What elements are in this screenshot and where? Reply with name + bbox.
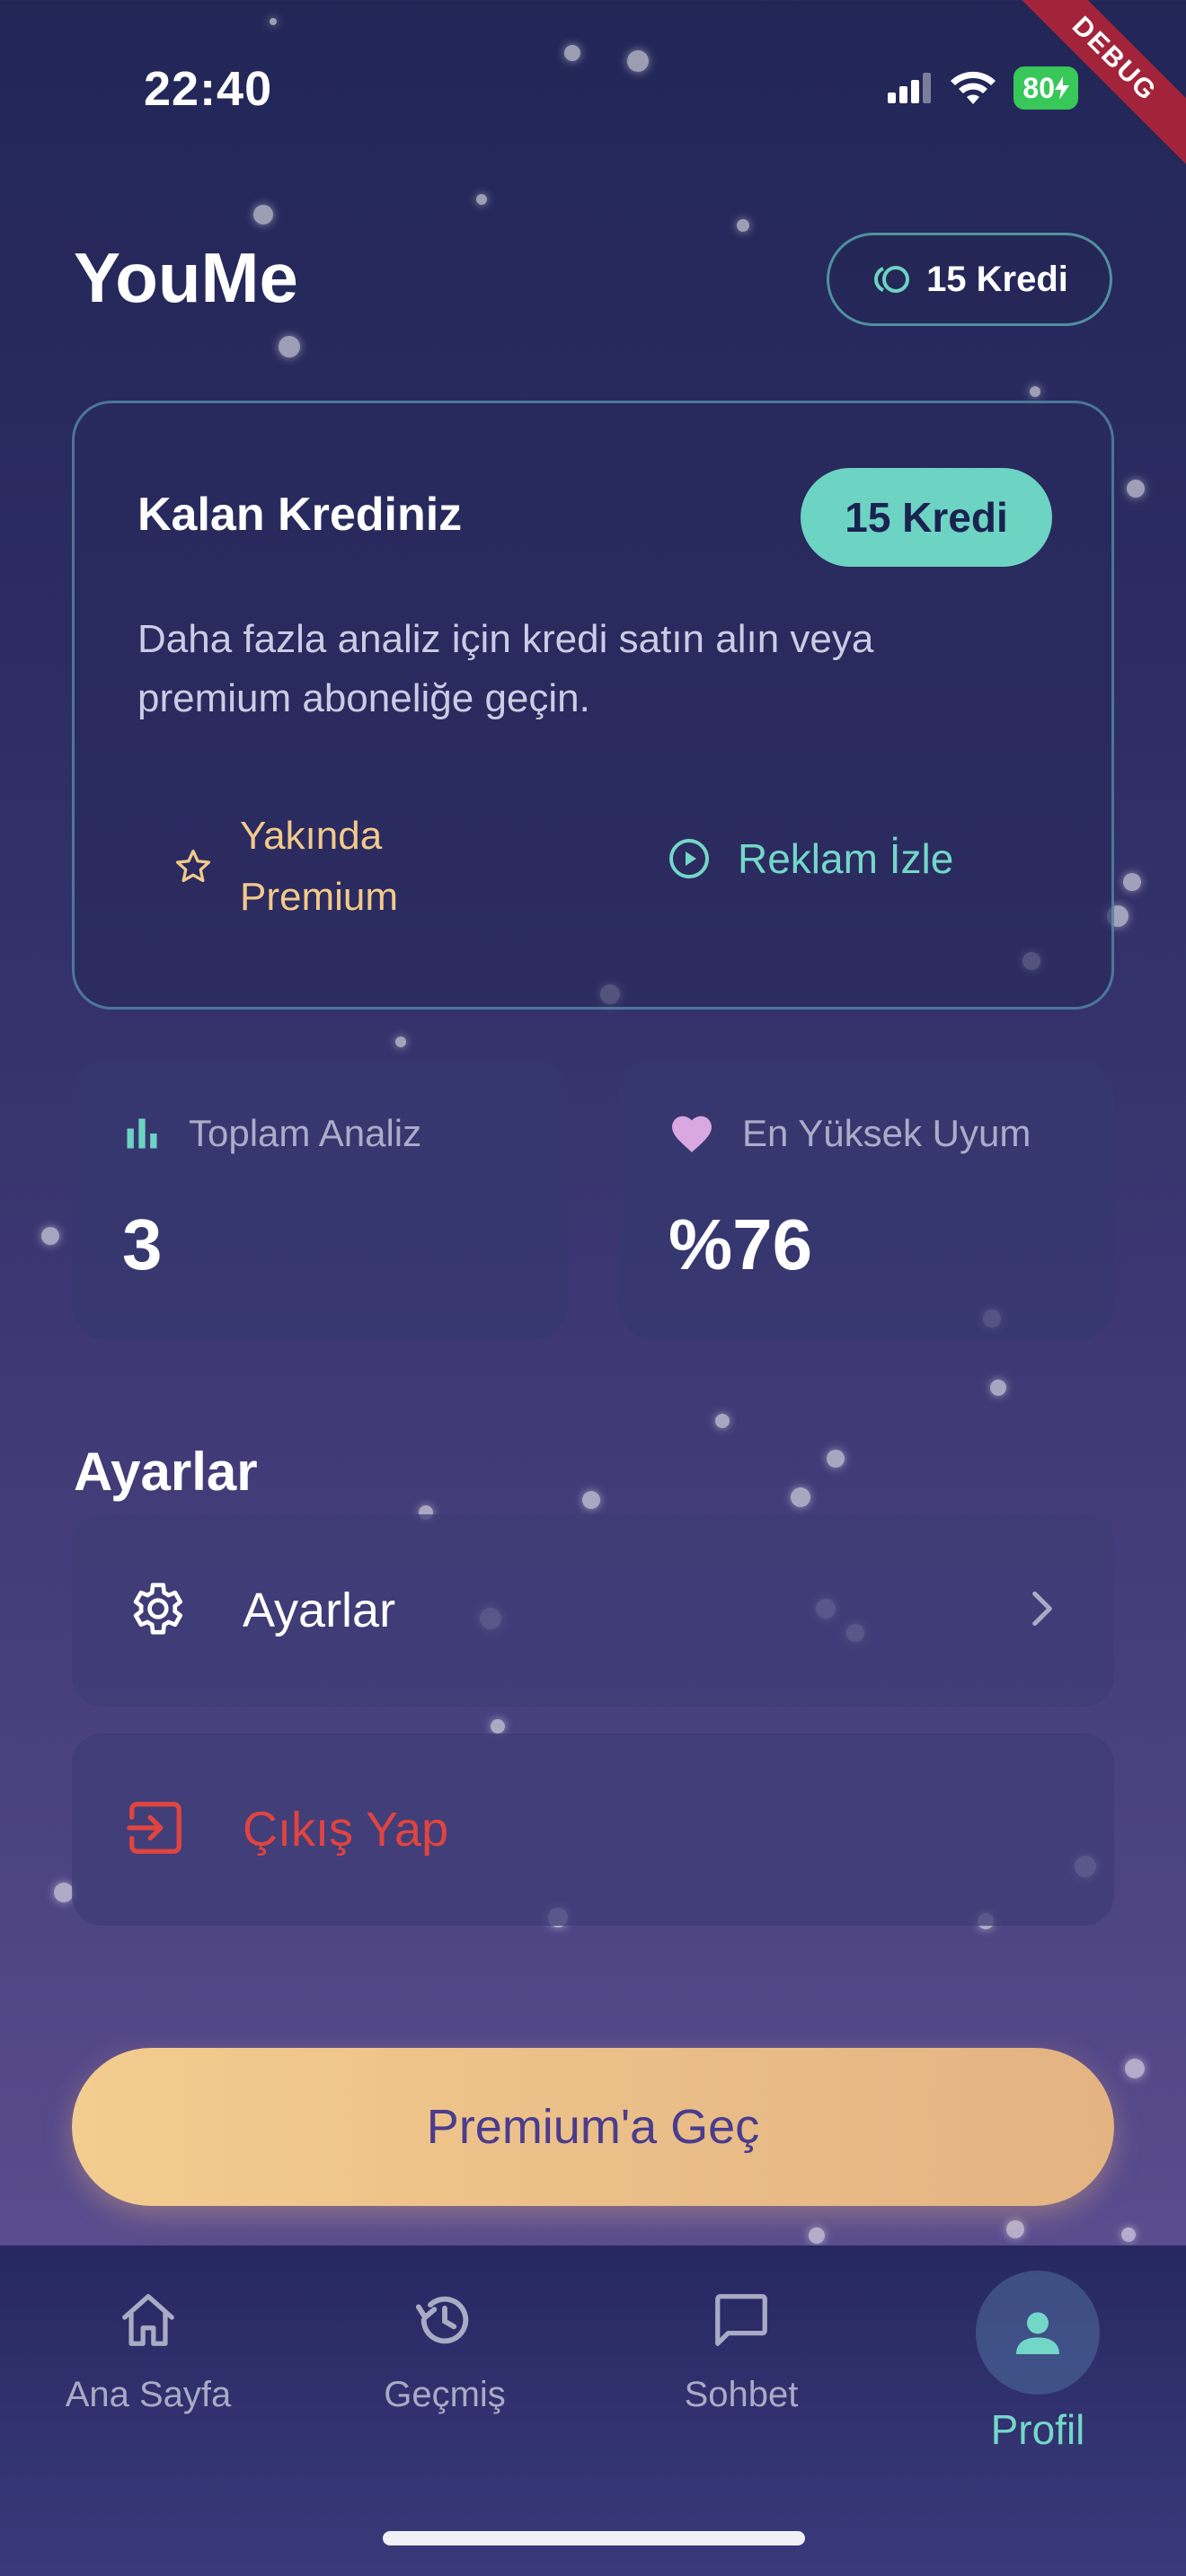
credit-pill-label: 15 Kredi (926, 259, 1068, 299)
credit-card: Kalan Krediniz 15 Kredi Daha fazla anali… (72, 401, 1114, 1010)
status-icons: 80 (888, 66, 1078, 110)
bottom-nav: Ana Sayfa Geçmiş Sohbet Profil (0, 2245, 1186, 2576)
signal-icon (888, 73, 932, 103)
go-premium-button[interactable]: Premium'a Geç (72, 2048, 1114, 2206)
credit-card-description: Daha fazla analiz için kredi satın alın … (137, 617, 874, 720)
total-analysis-card: Toplam Analiz 3 (72, 1060, 568, 1340)
watch-ad-button[interactable]: Reklam İzle (668, 834, 953, 883)
profile-icon-bubble (976, 2271, 1100, 2395)
logout-icon (127, 1802, 181, 1854)
wifi-icon (951, 71, 996, 104)
coming-soon-line1: Yakında (240, 814, 383, 858)
gear-icon (133, 1583, 183, 1635)
nav-history-label: Geçmiş (384, 2375, 506, 2414)
nav-item-profile[interactable]: Profil (903, 2271, 1173, 2454)
chat-icon (715, 2294, 767, 2346)
coins-icon (874, 266, 910, 293)
nav-item-history[interactable]: Geçmiş (310, 2289, 580, 2415)
highest-match-value: %76 (668, 1204, 813, 1284)
status-time: 22:40 (144, 62, 273, 116)
settings-row[interactable]: Ayarlar (72, 1514, 1114, 1707)
star-icon (175, 849, 211, 883)
nav-home-label: Ana Sayfa (65, 2375, 232, 2414)
nav-profile-label: Profil (990, 2406, 1085, 2453)
logout-row-label: Çıkış Yap (243, 1803, 449, 1857)
app-title: YouMe (74, 238, 298, 317)
credit-badge: 15 Kredi (801, 468, 1052, 567)
battery-icon: 80 (1013, 66, 1078, 110)
highest-match-card: En Yüksek Uyum %76 (618, 1060, 1114, 1340)
nav-chat-label: Sohbet (684, 2375, 799, 2414)
coming-soon-line2: Premium (240, 875, 399, 919)
total-analysis-value: 3 (122, 1204, 163, 1284)
total-analysis-label: Toplam Analiz (189, 1112, 422, 1154)
coming-soon-premium-button[interactable]: Yakında Premium (173, 806, 398, 928)
history-icon (415, 2296, 469, 2344)
chevron-right-icon (1032, 1591, 1052, 1627)
battery-level: 80 (1022, 71, 1055, 104)
credit-pill[interactable]: 15 Kredi (827, 233, 1112, 326)
watch-ad-label: Reklam İzle (738, 835, 954, 882)
nav-item-chat[interactable]: Sohbet (606, 2289, 876, 2415)
settings-row-label: Ayarlar (243, 1584, 396, 1637)
home-indicator (383, 2531, 805, 2545)
credit-card-title: Kalan Krediniz (137, 489, 463, 541)
heart-icon (672, 1116, 712, 1152)
logout-row[interactable]: Çıkış Yap (72, 1734, 1114, 1926)
bar-chart-icon (127, 1118, 157, 1149)
nav-item-home[interactable]: Ana Sayfa (13, 2289, 283, 2415)
settings-section-title: Ayarlar (74, 1442, 258, 1502)
play-circle-icon (669, 839, 709, 878)
highest-match-label: En Yüksek Uyum (742, 1112, 1031, 1154)
person-icon (1016, 2312, 1059, 2354)
home-icon (122, 2294, 174, 2346)
